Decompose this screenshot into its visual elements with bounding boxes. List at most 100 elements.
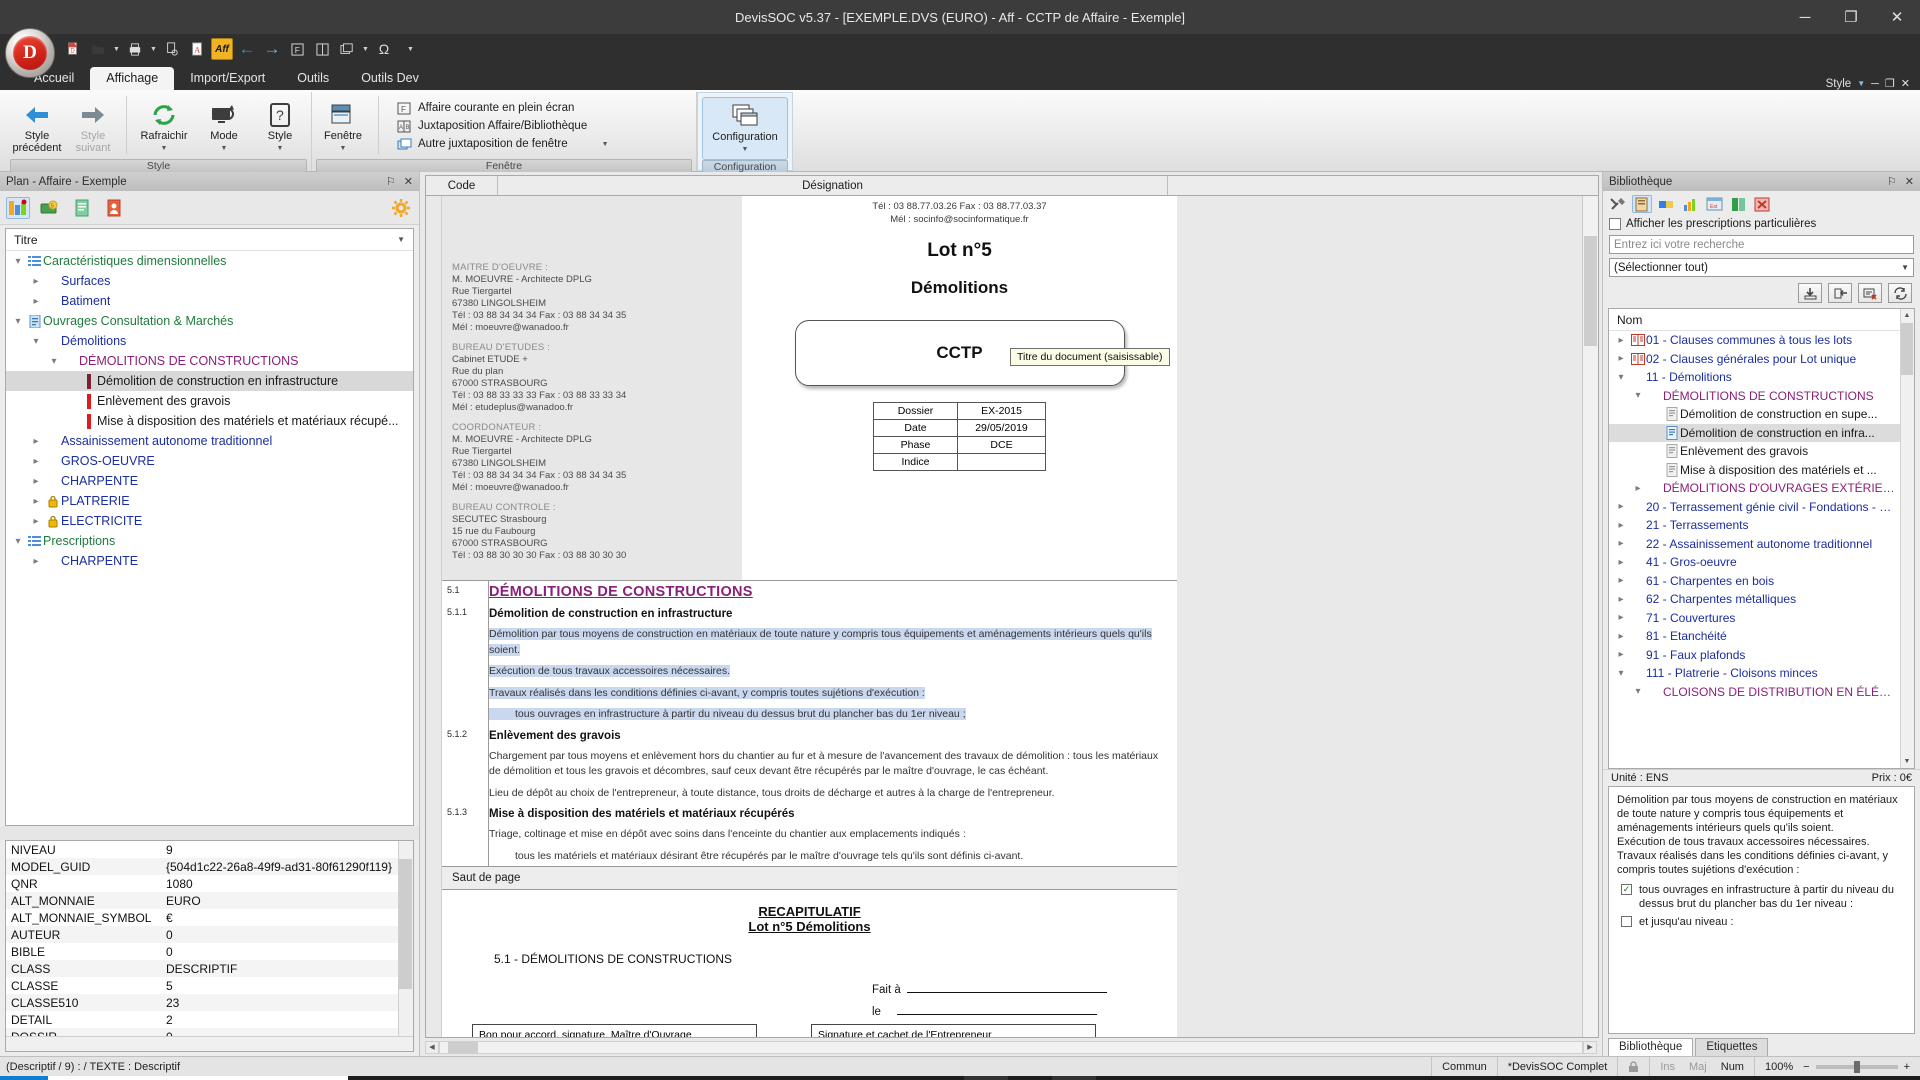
show-special-prescriptions-checkbox[interactable]: Afficher les prescriptions particulières <box>1603 217 1920 233</box>
zoom-in-icon[interactable]: + <box>1904 1061 1910 1073</box>
door-icon[interactable] <box>1728 195 1748 213</box>
menu-juxtaposition[interactable]: AB Juxtaposition Affaire/Bibliothèque <box>393 118 612 134</box>
microphone-icon[interactable] <box>348 1076 392 1080</box>
library-tree-item[interactable]: ▸ 61 - Charpentes en bois <box>1609 572 1914 591</box>
mode-button[interactable]: Mode ▼ <box>197 96 251 159</box>
chevron-right-icon[interactable]: ▸ <box>28 476 44 487</box>
plan-tree-item[interactable]: ▾ Caractéristiques dimensionnelles <box>6 251 413 271</box>
library-panel-close-icon[interactable]: ✕ <box>1905 175 1914 188</box>
tab-affichage[interactable]: Affichage <box>90 67 175 90</box>
chevron-down-icon[interactable]: ▾ <box>1630 390 1646 401</box>
library-tree-item[interactable]: ▸ 22 - Assainissement autonome traditionn… <box>1609 535 1914 554</box>
sheets-icon[interactable]: ■ <box>832 1076 876 1080</box>
chevron-right-icon[interactable]: ▸ <box>28 516 44 527</box>
chevron-down-icon[interactable]: ▾ <box>10 256 26 267</box>
taskbar-search-input[interactable]: Taper ici pour rechercher <box>48 1076 348 1080</box>
menu-autre-juxtaposition[interactable]: Autre juxtaposition de fenêtre ▼ <box>393 136 612 152</box>
chevron-right-icon[interactable]: ▸ <box>1613 612 1629 623</box>
chevron-right-icon[interactable]: ▸ <box>1613 631 1629 642</box>
property-row[interactable]: BIBLE 0 <box>6 943 413 960</box>
maximize-button[interactable]: ❐ <box>1828 0 1874 34</box>
menu-autre-juxtaposition-dropdown-icon[interactable]: ▼ <box>602 141 609 148</box>
document-body-row[interactable]: tous ouvrages en infrastructure à partir… <box>442 703 1177 725</box>
chevron-down-icon[interactable]: ▾ <box>1613 372 1629 383</box>
property-grid-scroll-thumb[interactable] <box>399 859 412 989</box>
tab-etiquettes[interactable]: Etiquettes <box>1695 1038 1769 1056</box>
chart-icon[interactable] <box>1680 195 1700 213</box>
print-preview-icon[interactable] <box>161 38 183 60</box>
property-value[interactable]: 0 <box>166 945 173 959</box>
panel-splitter[interactable] <box>0 826 419 840</box>
open-folder-icon[interactable] <box>87 38 109 60</box>
refresh-button[interactable]: Rafraichir ▼ <box>133 96 195 159</box>
document-body-row[interactable]: Démolition par tous moyens de constructi… <box>442 623 1177 660</box>
library-description-panel[interactable]: Démolition par tous moyens de constructi… <box>1608 786 1915 1034</box>
document-body-row[interactable]: Chargement par tous moyens et enlèvement… <box>442 744 1177 782</box>
library-tree-item[interactable]: ▸ 02 - Clauses générales pour Lot unique <box>1609 350 1914 369</box>
juxtapose-icon[interactable] <box>311 38 333 60</box>
vscode-icon[interactable]: ⌨ <box>920 1076 964 1080</box>
library-search-input[interactable]: Entrez ici votre recherche <box>1609 235 1914 254</box>
plan-tree-item[interactable]: Mise à disposition des matériels et maté… <box>6 411 413 431</box>
outlook-icon[interactable]: O <box>436 1076 480 1080</box>
library-filter-select[interactable]: (Sélectionner tout) ▼ <box>1609 258 1914 277</box>
ribbon-restore-icon[interactable]: ❐ <box>1885 77 1895 90</box>
task-view-icon[interactable] <box>392 1076 436 1080</box>
chevron-down-icon[interactable]: ▾ <box>10 536 26 547</box>
property-row[interactable]: AUTEUR 0 <box>6 926 413 943</box>
property-grid-hscrollbar[interactable] <box>6 1036 413 1051</box>
plan-panel-pin-icon[interactable]: ⚐ <box>386 175 396 188</box>
library-scroll-down-icon[interactable]: ▼ <box>1901 755 1913 768</box>
info-value-phase[interactable]: DCE <box>957 436 1046 454</box>
application-orb-button[interactable]: D <box>5 28 55 78</box>
plan-tree-item[interactable]: ▸ Assainissement autonome traditionnel <box>6 431 413 451</box>
fenetre-dropdown-icon[interactable]: ▼ <box>340 143 347 155</box>
signature-box-owner[interactable]: Bon pour accord, signature, Maître d'Ouv… <box>472 1024 757 1037</box>
library-tree-item[interactable]: Démolition de construction en supe... <box>1609 405 1914 424</box>
status-product[interactable]: *DevisSOC Complet <box>1496 1057 1618 1076</box>
pdf-icon[interactable]: P <box>1096 1076 1140 1080</box>
document-body-row[interactable]: Travaux réalisés dans les conditions déf… <box>442 681 1177 703</box>
chevron-right-icon[interactable]: ▸ <box>28 556 44 567</box>
library-tree-item[interactable]: ▾ CLOISONS DE DISTRIBUTION EN ÉLÉMENTS ..… <box>1609 683 1914 702</box>
tools-icon[interactable] <box>1608 195 1628 213</box>
plan-tree-item[interactable]: ▾ DÉMOLITIONS DE CONSTRUCTIONS <box>6 351 413 371</box>
property-row[interactable]: NIVEAU 9 <box>6 841 413 858</box>
library-description-option-2[interactable]: et jusqu'au niveau : <box>1621 915 1906 929</box>
document-header-left[interactable]: MAITRE D'OEUVRE : M. MOEUVRE - Architect… <box>442 196 742 580</box>
chevron-right-icon[interactable]: ▸ <box>1613 649 1629 660</box>
menu-affaire-plein-ecran[interactable]: F Affaire courante en plein écran <box>393 100 612 116</box>
property-row[interactable]: MODEL_GUID {504d1c22-26a8-49f9-ad31-80f61… <box>6 858 413 875</box>
card-icon[interactable] <box>1656 195 1676 213</box>
insert-into-icon[interactable] <box>1828 283 1852 303</box>
chevron-right-icon[interactable]: ▸ <box>1613 557 1629 568</box>
status-lock-icon[interactable] <box>1617 1057 1649 1076</box>
recap-line-item[interactable]: 5.1 - DÉMOLITIONS DE CONSTRUCTIONS <box>442 934 1177 966</box>
chevron-right-icon[interactable]: ▸ <box>1613 335 1629 346</box>
ribbon-minimize-icon[interactable]: ─ <box>1871 78 1879 90</box>
signature-box-contractor[interactable]: Signature et cachet de l'Entrepreneur <box>811 1024 1096 1037</box>
library-tree-item[interactable]: ▸ 62 - Charpentes métalliques <box>1609 590 1914 609</box>
zoom-slider-track[interactable] <box>1815 1060 1898 1073</box>
chevron-down-icon[interactable]: ▼ <box>1901 263 1909 272</box>
library-tree-item[interactable]: ▾ DÉMOLITIONS DE CONSTRUCTIONS <box>1609 387 1914 406</box>
chevron-right-icon[interactable]: ▸ <box>1613 353 1629 364</box>
tab-outils-dev[interactable]: Outils Dev <box>345 67 435 90</box>
document-canvas[interactable]: MAITRE D'OEUVRE : M. MOEUVRE - Architect… <box>425 195 1599 1038</box>
style-button-dropdown-icon[interactable]: ▼ <box>277 143 284 155</box>
window-arrange-icon[interactable] <box>336 38 358 60</box>
property-value[interactable]: EURO <box>166 894 201 908</box>
status-zoom[interactable]: 100% <box>1753 1057 1803 1076</box>
plan-tree-item[interactable]: Enlèvement des gravois <box>6 391 413 411</box>
plan-tree-item[interactable]: ▸ GROS-OEUVRE <box>6 451 413 471</box>
chevron-down-icon[interactable]: ▾ <box>1613 668 1629 679</box>
library-tree-item[interactable]: Enlèvement des gravois <box>1609 442 1914 461</box>
excel-icon[interactable]: X <box>612 1076 656 1080</box>
library-tree-item[interactable]: ▾ 11 - Démolitions <box>1609 368 1914 387</box>
special-char-icon[interactable]: Ω <box>373 38 395 60</box>
open-folder-dropdown-icon[interactable]: ▼ <box>112 46 121 53</box>
chrome-icon[interactable]: ● <box>568 1076 612 1080</box>
tab-outils[interactable]: Outils <box>281 67 345 90</box>
property-grid[interactable]: NIVEAU 9 MODEL_GUID {504d1c22-26a8-49f9-ad3… <box>5 840 414 1052</box>
configuration-button[interactable]: Configuration ▼ <box>702 97 788 160</box>
